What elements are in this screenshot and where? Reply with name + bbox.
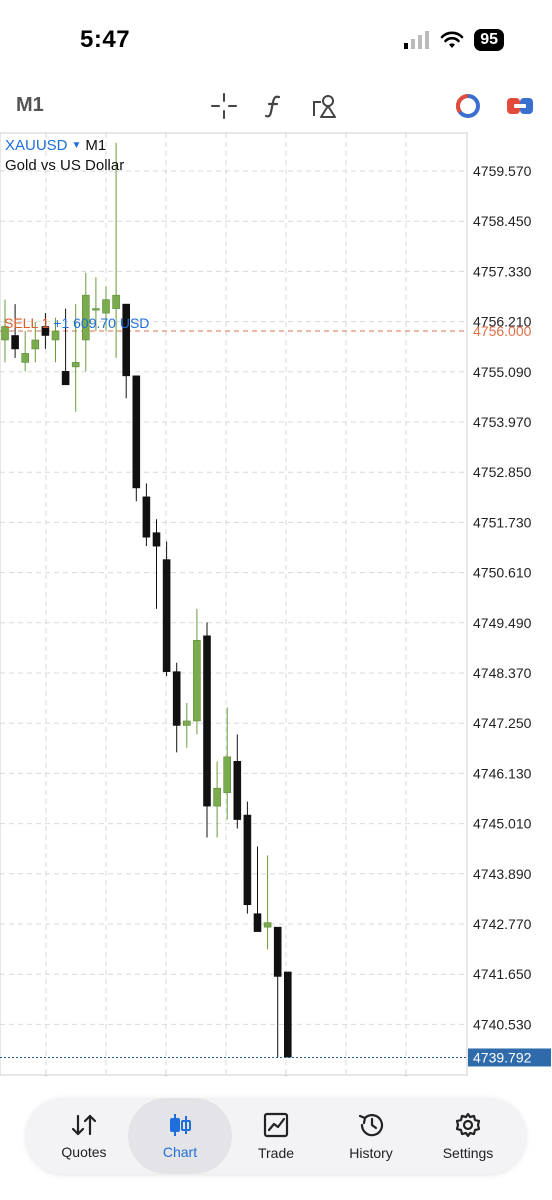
trade-chart-icon bbox=[263, 1112, 289, 1138]
one-click-trading-icon bbox=[507, 98, 533, 114]
price-axis-label: 4746.130 bbox=[473, 765, 532, 781]
battery-indicator: 95 bbox=[474, 29, 504, 51]
price-chart[interactable]: 4759.570 4758.450 4757.330 4756.210 4755.090… bbox=[0, 132, 552, 1076]
price-axis-label: 4757.330 bbox=[473, 263, 532, 279]
dropdown-caret-icon: ▼ bbox=[71, 140, 82, 151]
candle-body bbox=[183, 720, 191, 726]
timeframe-selector[interactable]: M1 bbox=[16, 94, 44, 117]
plot-frame bbox=[0, 132, 468, 1076]
status-time: 5:47 bbox=[80, 26, 131, 53]
price-axis-label: 4758.450 bbox=[473, 213, 532, 229]
quotes-arrows-icon bbox=[71, 1114, 97, 1136]
candle[interactable] bbox=[243, 801, 252, 914]
position-price-label: 4756.000 bbox=[473, 323, 532, 339]
settings-gear-icon bbox=[455, 1112, 481, 1138]
chart-toolbar: M1 bbox=[0, 80, 552, 132]
wifi-icon bbox=[440, 31, 464, 48]
candle-body bbox=[152, 532, 161, 547]
price-axis-label: 4740.530 bbox=[473, 1016, 532, 1032]
price-axis-label: 4759.570 bbox=[473, 163, 532, 179]
price-axis-label: 4753.970 bbox=[473, 414, 532, 430]
function-icon bbox=[264, 95, 281, 118]
nav-chart[interactable]: Chart bbox=[128, 1098, 232, 1174]
candle-body bbox=[11, 335, 19, 350]
one-click-trading-button[interactable] bbox=[504, 90, 536, 122]
nav-quotes-label: Quotes bbox=[61, 1144, 107, 1160]
price-axis-label: 4750.610 bbox=[473, 565, 532, 581]
price-axis-label: 4745.010 bbox=[473, 816, 532, 832]
candle-body bbox=[61, 371, 70, 386]
candle-body bbox=[102, 299, 110, 314]
nav-history-label: History bbox=[349, 1145, 393, 1161]
status-icons: 95 bbox=[404, 29, 504, 51]
candlestick-chart-icon bbox=[170, 1114, 191, 1136]
candle-body bbox=[31, 339, 40, 350]
candle-body bbox=[112, 294, 120, 309]
candle-body bbox=[162, 559, 171, 672]
price-axis-label: 4747.250 bbox=[473, 715, 532, 731]
price-axis-label: 4748.370 bbox=[473, 665, 532, 681]
candle-body bbox=[51, 330, 60, 341]
candle-body bbox=[92, 308, 100, 311]
objects-button[interactable] bbox=[310, 90, 342, 122]
candle-body bbox=[71, 362, 80, 368]
price-axis-label: 4755.090 bbox=[473, 364, 532, 380]
symbol-name[interactable]: XAUUSD bbox=[5, 137, 68, 154]
candle-body bbox=[233, 760, 242, 820]
price-axis-label: 4741.650 bbox=[473, 966, 532, 982]
indicators-button[interactable] bbox=[258, 90, 290, 122]
candle[interactable] bbox=[283, 971, 292, 1058]
candle-body bbox=[172, 671, 181, 726]
bid-price-label: 4739.792 bbox=[473, 1049, 532, 1065]
candle-body bbox=[203, 635, 211, 807]
price-axis-label: 4751.730 bbox=[473, 514, 532, 530]
account-button[interactable] bbox=[452, 90, 484, 122]
nav-history[interactable]: History bbox=[323, 1098, 419, 1174]
crosshair-button[interactable] bbox=[208, 90, 240, 122]
position-profit-label: +1 609.70 USD bbox=[53, 315, 150, 331]
candle-body bbox=[223, 756, 231, 793]
position-sell-label: SELL 1 bbox=[4, 315, 50, 331]
candle-body bbox=[142, 496, 151, 538]
candle-body bbox=[273, 926, 282, 977]
chart-canvas[interactable]: 4759.5704758.4504757.3304756.2104755.090… bbox=[0, 132, 552, 1076]
nav-settings[interactable]: Settings bbox=[420, 1098, 516, 1174]
chart-symbol-header[interactable]: XAUUSD ▼ M1 bbox=[5, 137, 106, 154]
account-icon bbox=[456, 94, 480, 118]
crosshair-icon bbox=[211, 93, 237, 119]
price-axis-label: 4752.850 bbox=[473, 464, 532, 480]
candle-body bbox=[243, 814, 252, 906]
status-bar: 5:47 95 bbox=[0, 0, 552, 80]
cellular-signal-icon bbox=[404, 31, 430, 49]
nav-trade-label: Trade bbox=[257, 1145, 295, 1161]
candle[interactable] bbox=[203, 622, 211, 838]
nav-quotes[interactable]: Quotes bbox=[36, 1098, 132, 1174]
nav-trade[interactable]: Trade bbox=[228, 1098, 324, 1174]
candle-body bbox=[263, 922, 272, 928]
candle-body bbox=[283, 971, 292, 1058]
candle-body bbox=[21, 353, 30, 363]
price-axis-label: 4743.890 bbox=[473, 866, 532, 882]
symbol-timeframe: M1 bbox=[85, 137, 107, 154]
candle-body bbox=[132, 375, 141, 489]
price-axis-label: 4749.490 bbox=[473, 615, 532, 631]
price-axis-label: 4742.770 bbox=[473, 916, 532, 932]
candle-body bbox=[253, 913, 262, 932]
nav-settings-label: Settings bbox=[442, 1145, 494, 1161]
candle[interactable] bbox=[132, 375, 141, 502]
symbol-description: Gold vs US Dollar bbox=[5, 157, 125, 174]
nav-chart-label: Chart bbox=[162, 1144, 198, 1160]
history-clock-icon bbox=[358, 1114, 384, 1137]
candle[interactable] bbox=[162, 541, 171, 677]
objects-icon bbox=[313, 95, 336, 118]
position-line-label[interactable]: SELL 1 +1 609.70 USD bbox=[4, 315, 149, 331]
bottom-navigation: Quotes Chart Trade History Settings bbox=[26, 1098, 526, 1174]
candle-body bbox=[193, 639, 201, 722]
candle-body bbox=[213, 787, 221, 807]
